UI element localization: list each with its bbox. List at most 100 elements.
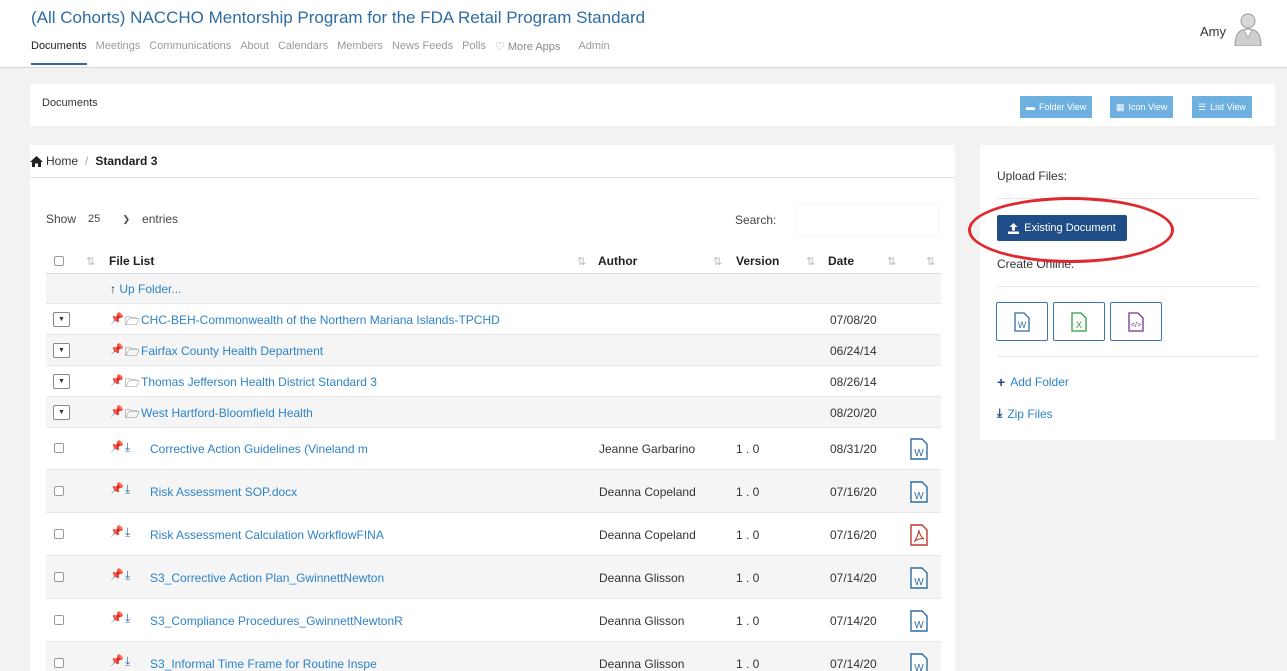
word-doc-icon[interactable]: W: [910, 567, 928, 592]
search-input[interactable]: [796, 205, 938, 235]
download-icon[interactable]: ⤓: [125, 525, 130, 540]
download-icon[interactable]: ⤓: [125, 482, 130, 497]
sort-icon[interactable]: ⇅: [926, 255, 935, 268]
add-folder-link[interactable]: + Add Folder: [997, 374, 1069, 390]
download-icon[interactable]: ⤓: [125, 440, 130, 455]
up-folder-link[interactable]: ↑ Up Folder...: [110, 282, 181, 296]
nav-meetings[interactable]: Meetings: [96, 40, 141, 65]
create-word-button[interactable]: W: [996, 302, 1048, 341]
file-name[interactable]: S3_Compliance Procedures_GwinnettNewtonR: [150, 614, 403, 628]
column-version[interactable]: Version: [736, 254, 779, 268]
sort-icon[interactable]: ⇅: [713, 255, 722, 268]
code-doc-icon: </>: [1128, 311, 1144, 332]
user-name[interactable]: Amy: [1200, 24, 1226, 39]
pdf-icon[interactable]: [910, 524, 928, 549]
icon-view-button[interactable]: ▦ Icon View: [1110, 96, 1174, 118]
create-excel-button[interactable]: X: [1053, 302, 1105, 341]
download-icon[interactable]: ⤓: [125, 611, 130, 626]
word-doc-icon[interactable]: W: [910, 481, 928, 506]
folder-row[interactable]: ▼ 📌 🗁 CHC-BEH-Commonwealth of the Northe…: [46, 304, 941, 335]
column-author[interactable]: Author: [598, 254, 637, 268]
entries-select[interactable]: 25 ❯: [82, 208, 137, 230]
svg-text:W: W: [914, 491, 924, 502]
zip-files-link[interactable]: ⤓ Zip Files: [997, 406, 1053, 421]
row-checkbox[interactable]: [54, 443, 64, 453]
file-name[interactable]: Corrective Action Guidelines (Vineland m: [150, 442, 368, 456]
nav-documents[interactable]: Documents: [31, 40, 87, 65]
pin-icon[interactable]: 📌: [110, 525, 124, 538]
folder-name[interactable]: CHC-BEH-Commonwealth of the Northern Mar…: [141, 313, 500, 327]
list-view-button[interactable]: ☰ List View: [1192, 96, 1252, 118]
pin-icon[interactable]: 📌: [110, 374, 124, 387]
expand-button[interactable]: ▼: [53, 405, 70, 420]
nav-news-feeds[interactable]: News Feeds: [392, 40, 453, 65]
file-name[interactable]: S3_Informal Time Frame for Routine Inspe: [150, 657, 377, 671]
row-checkbox[interactable]: [54, 658, 64, 668]
column-file-list[interactable]: File List: [109, 254, 154, 268]
word-doc-icon[interactable]: W: [910, 653, 928, 671]
download-icon[interactable]: ⤓: [125, 568, 130, 583]
pin-icon[interactable]: 📌: [110, 654, 124, 667]
folder-name[interactable]: Fairfax County Health Department: [141, 344, 323, 358]
expand-button[interactable]: ▼: [53, 343, 70, 358]
icon-view-label: Icon View: [1128, 102, 1168, 112]
folder-icon: 🗁: [125, 407, 140, 421]
folder-row[interactable]: ▼ 📌 🗁 Thomas Jefferson Health District S…: [46, 366, 941, 397]
pin-icon[interactable]: 📌: [110, 568, 124, 581]
breadcrumb-home[interactable]: Home: [30, 154, 78, 168]
pin-icon[interactable]: 📌: [110, 405, 124, 418]
sort-icon[interactable]: ⇅: [577, 255, 586, 268]
create-code-button[interactable]: </>: [1110, 302, 1162, 341]
row-checkbox[interactable]: [54, 615, 64, 625]
sort-icon[interactable]: ⇅: [887, 255, 896, 268]
row-checkbox[interactable]: [54, 529, 64, 539]
file-name[interactable]: S3_Corrective Action Plan_GwinnettNewton: [150, 571, 384, 585]
avatar[interactable]: [1233, 12, 1263, 47]
word-doc-icon[interactable]: W: [910, 610, 928, 635]
folder-row[interactable]: ▼ 📌 🗁 West Hartford-Bloomfield Health 08…: [46, 397, 941, 428]
upload-panel: Upload Files: Existing Document Create O…: [980, 145, 1275, 440]
file-row[interactable]: 📌 ⤓ S3_Compliance Procedures_GwinnettNew…: [46, 599, 941, 642]
folder-view-button[interactable]: ▬ Folder View: [1020, 96, 1093, 118]
file-author: Deanna Glisson: [599, 614, 685, 628]
sort-icon[interactable]: ⇅: [806, 255, 815, 268]
pin-icon[interactable]: 📌: [110, 611, 124, 624]
nav-more-apps[interactable]: ♡ More Apps: [495, 40, 561, 65]
row-checkbox[interactable]: [54, 572, 64, 582]
expand-button[interactable]: ▼: [53, 312, 70, 327]
select-all-checkbox[interactable]: [54, 256, 64, 266]
file-row[interactable]: 📌 ⤓ Corrective Action Guidelines (Vinela…: [46, 428, 941, 470]
site-title[interactable]: (All Cohorts) NACCHO Mentorship Program …: [31, 8, 645, 28]
caret-down-icon: ▼: [58, 378, 65, 385]
pin-icon[interactable]: 📌: [110, 440, 124, 453]
up-folder-row[interactable]: ↑ Up Folder...: [46, 274, 941, 304]
folder-name[interactable]: Thomas Jefferson Health District Standar…: [141, 375, 377, 389]
nav-admin[interactable]: Admin: [578, 40, 609, 65]
folder-icon: 🗁: [125, 376, 140, 390]
folder-row[interactable]: ▼ 📌 🗁 Fairfax County Health Department 0…: [46, 335, 941, 366]
word-doc-icon[interactable]: W: [910, 438, 928, 463]
pin-icon[interactable]: 📌: [110, 482, 124, 495]
nav-about[interactable]: About: [240, 40, 269, 65]
file-row[interactable]: 📌 ⤓ Risk Assessment Calculation Workflow…: [46, 513, 941, 556]
nav-calendars[interactable]: Calendars: [278, 40, 328, 65]
nav-polls[interactable]: Polls: [462, 40, 486, 65]
nav-communications[interactable]: Communications: [149, 40, 231, 65]
file-row[interactable]: 📌 ⤓ S3_Corrective Action Plan_GwinnettNe…: [46, 556, 941, 599]
pin-icon[interactable]: 📌: [110, 312, 124, 325]
expand-button[interactable]: ▼: [53, 374, 70, 389]
file-row[interactable]: 📌 ⤓ Risk Assessment SOP.docx Deanna Cope…: [46, 470, 941, 513]
file-name[interactable]: Risk Assessment Calculation WorkflowFINA: [150, 528, 384, 542]
column-date[interactable]: Date: [828, 254, 854, 268]
sort-icon[interactable]: ⇅: [86, 255, 95, 268]
pin-icon[interactable]: 📌: [110, 343, 124, 356]
nav-members[interactable]: Members: [337, 40, 383, 65]
row-checkbox[interactable]: [54, 486, 64, 496]
file-row[interactable]: 📌 ⤓ S3_Informal Time Frame for Routine I…: [46, 642, 941, 671]
existing-document-button[interactable]: Existing Document: [997, 215, 1127, 241]
svg-text:X: X: [1076, 320, 1082, 330]
download-icon[interactable]: ⤓: [125, 654, 130, 669]
table-header: ⇅ File List ⇅ Author ⇅ Version ⇅ Date ⇅ …: [46, 248, 941, 274]
file-name[interactable]: Risk Assessment SOP.docx: [150, 485, 297, 499]
folder-name[interactable]: West Hartford-Bloomfield Health: [141, 406, 313, 420]
